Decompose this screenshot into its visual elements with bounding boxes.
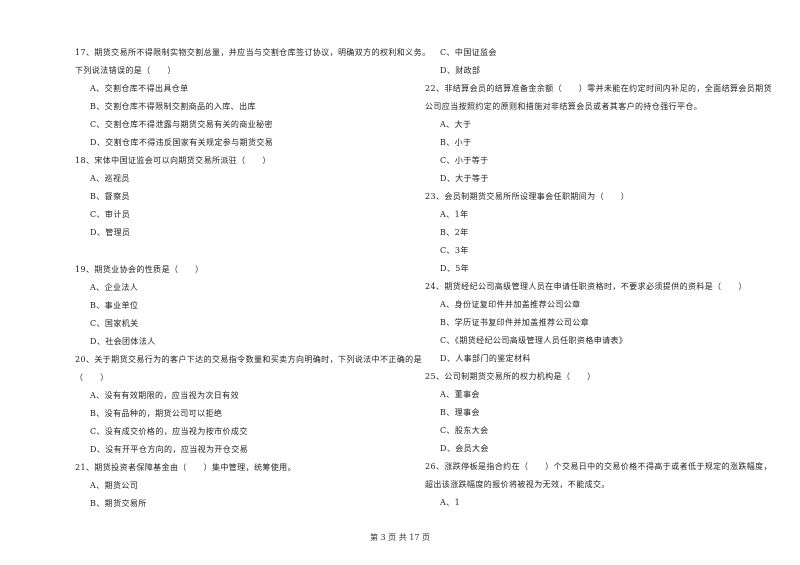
answer-option: C、国家机关 bbox=[90, 319, 139, 328]
question-text: 21、期货投资者保障基金由（ ）集中管理，统筹使用。 bbox=[75, 463, 296, 472]
answer-option: B、事业单位 bbox=[90, 301, 139, 310]
question-text: 17、期货交易所不得限制实物交割总量，并应当与交割仓库签订协议，明确双方的权利和… bbox=[75, 48, 431, 57]
answer-option: A、董事会 bbox=[440, 390, 480, 399]
answer-option: D、5年 bbox=[440, 264, 470, 273]
question-text: （ ） bbox=[75, 373, 109, 382]
answer-option: A、身份证复印件并加盖推荐公司公章 bbox=[440, 300, 581, 309]
answer-option: B、交割仓库不得限制交割商品的入库、出库 bbox=[90, 102, 256, 111]
answer-option: A、巡视员 bbox=[90, 174, 130, 183]
answer-option: D、财政部 bbox=[440, 66, 481, 75]
answer-option: A、1年 bbox=[440, 210, 469, 219]
question-text: 24、期货经纪公司高级管理人员在申请任职资格时，不要求必须提供的资料是（ ） bbox=[425, 282, 747, 291]
answer-option: D、管理员 bbox=[90, 228, 131, 237]
answer-option: C、《期货经纪公司高级管理人员任职资格申请表》 bbox=[440, 336, 628, 345]
question-text: 23、会员制期货交易所所设理事会任职期间为（ ） bbox=[425, 192, 630, 201]
answer-option: B、督察员 bbox=[90, 192, 130, 201]
answer-option: D、会员大会 bbox=[440, 444, 489, 453]
answer-option: D、社会团体法人 bbox=[90, 337, 156, 346]
question-text: 20、关于期货交易行为的客户下达的交易指令数量和买卖方向明确时，下列说法中不正确… bbox=[75, 355, 422, 364]
answer-option: C、交割仓库不得泄露与期货交易有关的商业秘密 bbox=[90, 120, 273, 129]
question-text: 19、期货业协会的性质是（ ） bbox=[75, 265, 204, 274]
question-text: 18、宋体中国证监会可以向期货交易所派驻（ ） bbox=[75, 156, 271, 165]
answer-option: C、3年 bbox=[440, 246, 469, 255]
answer-option: C、股东大会 bbox=[440, 426, 489, 435]
question-text: 26、涨跌停板是指合约在（ ）个交易日中的交易价格不得高于或者低于规定的涨跌幅度… bbox=[425, 462, 772, 471]
question-text: 25、公司制期货交易所的权力机构是（ ） bbox=[425, 372, 596, 381]
answer-option: A、交割仓库不得出具仓单 bbox=[90, 84, 189, 93]
answer-option: A、企业法人 bbox=[90, 283, 139, 292]
answer-option: C、审计员 bbox=[90, 210, 131, 219]
answer-option: B、理事会 bbox=[440, 408, 480, 417]
answer-option: A、1 bbox=[440, 498, 461, 507]
answer-option: B、学历证书复印件并加盖推荐公司公章 bbox=[440, 318, 590, 327]
right-column: C、中国证监会 D、财政部 22、非结算会员的结算准备金余额（ ）零并未能在约定时间… bbox=[425, 44, 772, 512]
answer-option: B、小于 bbox=[440, 138, 472, 147]
page-footer: 第 3 页 共 17 页 bbox=[370, 533, 430, 542]
answer-option: C、没有成交价格的，应当视为按市价成交 bbox=[90, 427, 248, 436]
question-text: 超出该涨跌幅度的报价将被视为无效，不能成交。 bbox=[425, 480, 610, 489]
answer-option: D、人事部门的鉴定材料 bbox=[440, 354, 531, 363]
left-column: 17、期货交易所不得限制实物交割总量，并应当与交割仓库签订协议，明确双方的权利和… bbox=[75, 44, 431, 513]
question-text: 公司应当按照约定的原则和措施对非结算会员或者其客户的持仓强行平仓。 bbox=[425, 102, 703, 111]
answer-option: A、没有有效期限的，应当视为次日有效 bbox=[90, 391, 239, 400]
answer-option: D、没有开平仓方向的，应当视为开仓交易 bbox=[90, 445, 249, 454]
answer-option: C、中国证监会 bbox=[440, 48, 497, 57]
answer-option: B、没有品种的，期货公司可以拒绝 bbox=[90, 409, 223, 418]
answer-option: B、期货交易所 bbox=[90, 499, 147, 508]
answer-option: D、交割仓库不得违反国家有关规定参与期货交易 bbox=[90, 138, 274, 147]
answer-option: C、小于等于 bbox=[440, 156, 489, 165]
answer-option: A、大于 bbox=[440, 120, 472, 129]
question-text: 22、非结算会员的结算准备金余额（ ）零并未能在约定时间内补足的，全面结算会员期… bbox=[425, 84, 772, 93]
question-text: 下列说法错误的是（ ） bbox=[75, 66, 176, 75]
answer-option: B、2年 bbox=[440, 228, 469, 237]
answer-option: D、大于等于 bbox=[440, 174, 489, 183]
answer-option: A、期货公司 bbox=[90, 481, 139, 490]
